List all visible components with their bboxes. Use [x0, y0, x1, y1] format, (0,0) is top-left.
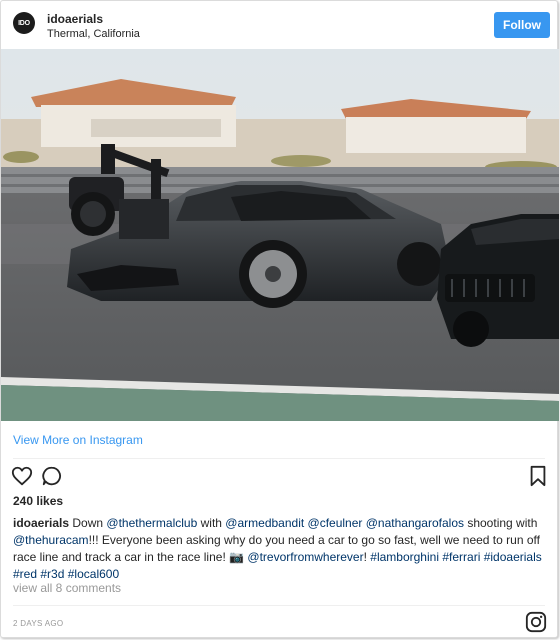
likes-count[interactable]: 240 likes	[13, 494, 63, 508]
avatar[interactable]: IDO	[13, 12, 35, 34]
mention-link[interactable]: @trevorfromwherever	[247, 550, 363, 564]
hashtag-link[interactable]: #idoaerials	[484, 550, 542, 564]
instagram-embed-card: IDO idoaerials Thermal, California Follo…	[0, 0, 559, 638]
divider	[13, 458, 545, 459]
mention-link[interactable]: @cfeulner	[308, 516, 363, 530]
hashtag-link[interactable]: #r3d	[40, 567, 64, 581]
view-more-link[interactable]: View More on Instagram	[13, 433, 143, 447]
post-date: 2 DAYS AGO	[13, 619, 64, 628]
mention-link[interactable]: @armedbandit	[225, 516, 304, 530]
caption-text: Down	[72, 516, 107, 530]
heart-icon[interactable]	[11, 465, 33, 487]
action-bar	[1, 463, 557, 491]
caption-text: with	[197, 516, 226, 530]
avatar-text: IDO	[18, 19, 30, 27]
caption-username[interactable]: idoaerials	[13, 516, 69, 530]
hashtag-link[interactable]: #ferrari	[442, 550, 480, 564]
mention-link[interactable]: @nathangarofalos	[366, 516, 464, 530]
bookmark-icon[interactable]	[527, 465, 549, 487]
divider	[13, 605, 545, 606]
hashtag-link[interactable]: #red	[13, 567, 37, 581]
location-link[interactable]: Thermal, California	[47, 28, 140, 40]
post-header: IDO idoaerials Thermal, California Follo…	[1, 1, 557, 49]
username-link[interactable]: idoaerials	[47, 12, 103, 26]
mention-link[interactable]: @thethermalclub	[106, 516, 197, 530]
caption-text: shooting with	[464, 516, 538, 530]
hashtag-link[interactable]: #local600	[68, 567, 119, 581]
view-comments-link[interactable]: view all 8 comments	[13, 581, 121, 595]
post-photo[interactable]	[1, 49, 559, 421]
instagram-icon[interactable]	[525, 611, 547, 633]
mention-link[interactable]: @thehuracam	[13, 533, 89, 547]
comment-icon[interactable]	[41, 465, 63, 487]
follow-button[interactable]: Follow	[494, 12, 550, 38]
hashtag-link[interactable]: #lamborghini	[370, 550, 439, 564]
post-photo-image	[1, 49, 559, 421]
post-caption: idoaerials Down @thethermalclub with @ar…	[13, 515, 547, 583]
